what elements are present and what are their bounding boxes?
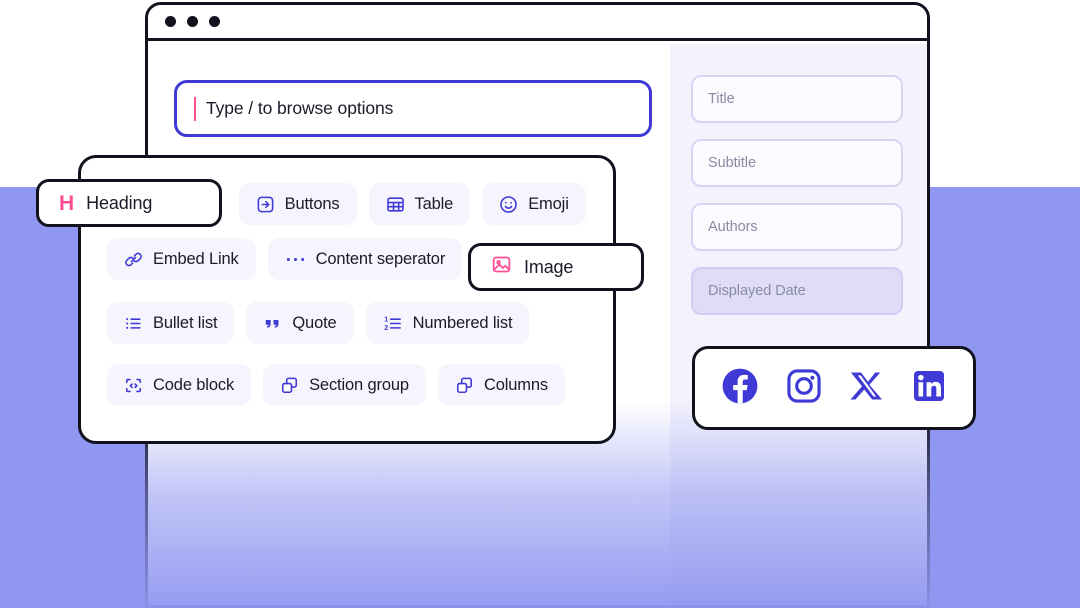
table-icon [386,195,405,214]
social-share-panel [692,346,976,430]
x-icon[interactable] [849,368,885,409]
slash-menu-label-emoji: Emoji [528,194,569,213]
slash-menu-item-embed-link[interactable]: Embed Link [107,238,256,280]
slash-menu-label-embed-link: Embed Link [153,249,239,268]
metadata-sidebar: Title Subtitle Authors Displayed Date [670,44,927,605]
window-dot-1[interactable] [165,16,176,27]
field-title[interactable]: Title [691,75,903,123]
window-titlebar [148,5,927,41]
bullet-list-icon [124,314,143,333]
slash-menu-row-3: Bullet list Quote 1 2 Numbered list [107,302,613,344]
svg-text:2: 2 [384,323,388,331]
heading-icon: H [59,191,75,215]
field-subtitle[interactable]: Subtitle [691,139,903,187]
text-caret [194,96,196,121]
field-displayed-date[interactable]: Displayed Date [691,267,903,315]
window-dot-2[interactable] [187,16,198,27]
section-group-icon [280,376,299,395]
slash-command-input[interactable]: Type / to browse options [174,80,652,137]
emoji-icon [499,195,518,214]
quote-icon [263,314,282,333]
columns-icon [455,376,474,395]
slash-menu-item-image[interactable]: Image [468,243,644,291]
link-icon [124,250,143,269]
field-displayed-date-label: Displayed Date [708,283,806,299]
button-icon [256,195,275,214]
slash-menu-item-table[interactable]: Table [368,183,471,225]
slash-menu-item-code-block[interactable]: Code block [107,364,252,406]
slash-menu-label-columns: Columns [483,375,548,394]
facebook-icon[interactable] [721,367,759,410]
code-block-icon [124,376,143,395]
field-authors[interactable]: Authors [691,203,903,251]
slash-menu-label-bullet-list: Bullet list [153,313,218,332]
field-title-label: Title [708,91,735,107]
slash-menu-label-code-block: Code block [153,375,235,394]
separator-icon [285,250,306,269]
field-subtitle-label: Subtitle [708,155,756,171]
svg-text:1: 1 [384,315,388,323]
image-icon [491,254,512,280]
slash-menu-label-table: Table [414,194,454,213]
field-authors-label: Authors [708,219,758,235]
instagram-icon[interactable] [785,367,823,410]
slash-menu-label-section-group: Section group [309,375,409,394]
slash-menu-label-quote: Quote [292,313,337,332]
slash-menu-label-image-highlighted: Image [524,256,574,277]
content-placeholder-block [188,474,658,605]
numbered-list-icon: 1 2 [383,314,403,333]
window-dot-3[interactable] [209,16,220,27]
slash-menu-item-numbered-list[interactable]: 1 2 Numbered list [365,302,530,344]
slash-menu-label-heading-highlighted: Heading [86,192,153,213]
slash-menu-item-content-seperator[interactable]: Content seperator [267,238,463,280]
slash-menu-item-section-group[interactable]: Section group [263,364,426,406]
slash-menu-item-quote[interactable]: Quote [246,302,354,344]
slash-menu-label-content-seperator: Content seperator [315,249,446,268]
slash-command-placeholder: Type / to browse options [206,98,394,118]
linkedin-icon[interactable] [911,368,947,409]
screenshot-stage: Type / to browse options Title Subtitle … [0,0,1080,608]
slash-menu-item-bullet-list[interactable]: Bullet list [107,302,235,344]
slash-menu-label-buttons: Buttons [284,194,340,213]
slash-menu-item-heading[interactable]: H Heading [36,179,222,227]
slash-menu-item-buttons[interactable]: Buttons [238,183,357,225]
slash-menu-label-numbered-list: Numbered list [412,313,513,332]
slash-menu-item-columns[interactable]: Columns [437,364,565,406]
slash-menu-item-emoji[interactable]: Emoji [482,183,586,225]
slash-menu-row-4: Code block Section group Columns [107,364,613,406]
